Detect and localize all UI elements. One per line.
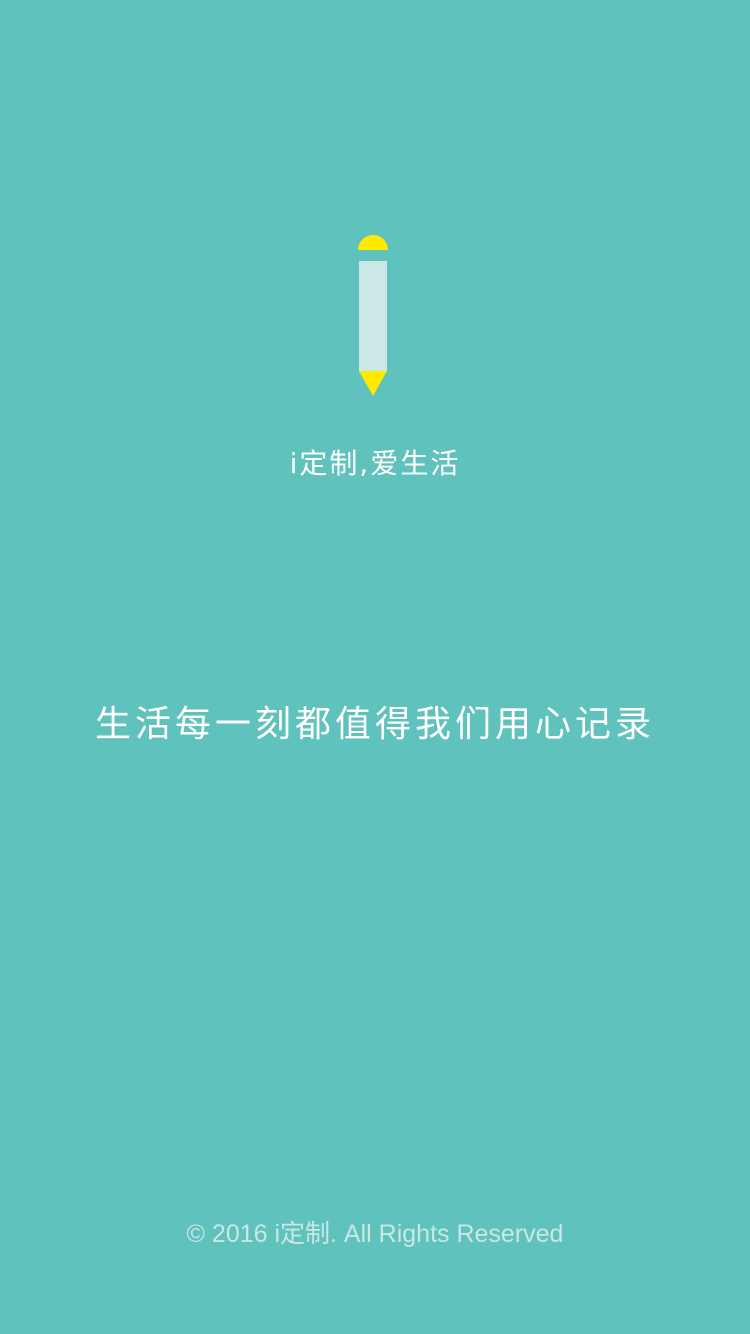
app-slogan: i定制,爱生活	[289, 447, 461, 480]
splash-screen: i定制,爱生活 生活每一刻都值得我们用心记录 © 2016 i定制. All R…	[0, 0, 750, 1334]
copyright-footer: © 2016 i定制. All Rights Reserved	[186, 1220, 564, 1248]
pencil-icon	[356, 235, 390, 399]
tagline-text: 生活每一刻都值得我们用心记录	[94, 704, 655, 745]
